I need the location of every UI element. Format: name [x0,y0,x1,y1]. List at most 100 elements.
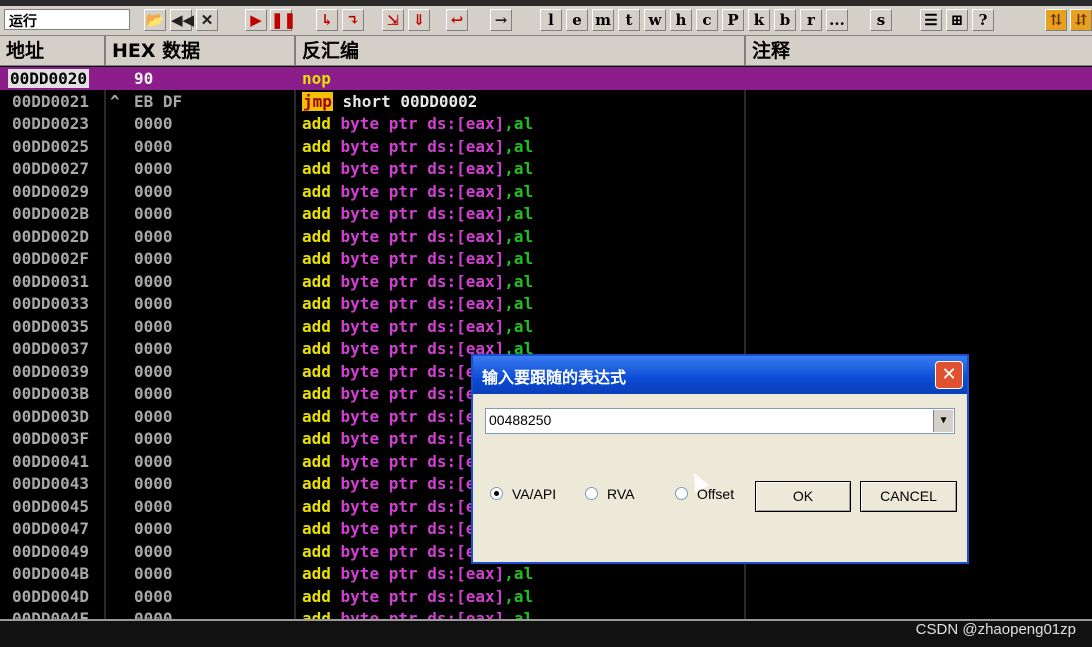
table-row[interactable]: 00DD0027 0000 add byte ptr ds:[eax],al [0,157,1092,180]
toolbar-button[interactable]: ✕ [196,9,218,31]
table-row[interactable]: 00DD0035 0000 add byte ptr ds:[eax],al [0,315,1092,338]
toolbar-button[interactable]: ↴ [342,9,364,31]
row-mnemonic: add [302,114,331,133]
toolbar-button[interactable]: P [722,9,744,31]
column-hex[interactable]: HEX 数据 [106,36,296,65]
row-operand: ds:[eax] [427,249,505,268]
row-address: 00DD0027 [12,159,90,178]
row-operand: byte ptr [330,451,428,471]
chevron-down-icon[interactable]: ▼ [933,410,953,432]
row-mnemonic: add [302,496,331,516]
column-disassembly[interactable]: 反汇编 [296,36,746,65]
toolbar-button[interactable]: → [490,9,512,31]
table-row[interactable]: 00DD002D 0000 add byte ptr ds:[eax],al [0,225,1092,248]
radio-dot[interactable] [585,487,598,500]
dialog-title: 输入要跟随的表达式 [482,368,627,387]
toolbar-button[interactable]: ⊞ [946,9,968,31]
row-operand: byte ptr [330,406,428,426]
table-row[interactable]: 00DD002F 0000 add byte ptr ds:[eax],al [0,247,1092,270]
toolbar-button[interactable]: k [748,9,770,31]
row-hex: 0000 [134,181,173,201]
row-operand: ,al [504,204,534,223]
toolbar-button[interactable]: ⇵ [1070,9,1092,31]
table-row[interactable]: 00DD004D 0000 add byte ptr ds:[eax],al [0,585,1092,608]
column-address[interactable]: 地址 [0,36,106,65]
table-row[interactable]: 00DD002B 0000 add byte ptr ds:[eax],al [0,202,1092,225]
ok-button[interactable]: OK [755,481,851,512]
toolbar-button[interactable]: l [540,9,562,31]
expression-combobox[interactable]: 00488250 ▼ [485,408,955,434]
radio-offset[interactable]: Offset [675,486,734,502]
toolbar-button[interactable]: ⇅ [1045,9,1067,31]
row-mnemonic: add [302,541,331,561]
table-row[interactable]: 00DD0033 0000 add byte ptr ds:[eax],al [0,292,1092,315]
toolbar-button[interactable]: ↳ [316,9,338,31]
cancel-button[interactable]: CANCEL [860,481,957,512]
row-operand: byte ptr [330,294,428,313]
row-operand: ,al [504,226,534,246]
toolbar-button[interactable]: 📂 [144,9,166,31]
row-operand: byte ptr [330,361,428,381]
row-hex: 0000 [134,474,173,493]
row-address: 00DD0021 [12,91,90,111]
toolbar-button[interactable]: r [800,9,822,31]
expression-input[interactable]: 00488250 [489,412,551,428]
row-address: 00DD0037 [12,339,90,358]
radio-dot[interactable] [675,487,688,500]
table-row[interactable]: 00DD0023 0000 add byte ptr ds:[eax],al [0,112,1092,135]
toolbar-button[interactable]: ⇓ [408,9,430,31]
toolbar-button[interactable]: ☰ [920,9,942,31]
toolbar-button[interactable]: ▶ [245,9,267,31]
toolbar-button[interactable]: s [870,9,892,31]
toolbar-button[interactable]: e [566,9,588,31]
row-mnemonic: add [302,271,331,291]
row-address: 00DD0033 [12,294,90,313]
row-hex: 0000 [134,114,173,133]
table-row[interactable]: 00DD0025 0000 add byte ptr ds:[eax],al [0,135,1092,158]
row-hex: 0000 [134,384,173,403]
row-hex: 0000 [134,249,173,268]
row-operand: ds:[eax] [427,181,505,201]
row-address: 00DD003B [12,384,90,403]
toolbar-button[interactable]: h [670,9,692,31]
table-row[interactable]: 00DD0031 0000 add byte ptr ds:[eax],al [0,270,1092,293]
row-operand: byte ptr [330,339,428,358]
row-operand: ds:[eax] [427,564,505,583]
close-button[interactable]: ✕ [935,361,963,389]
table-row[interactable]: 00DD0021 ^ EB DF jmp short 00DD0002 [0,90,1092,113]
row-address: 00DD0020 [8,69,90,88]
dialog-titlebar[interactable]: 输入要跟随的表达式 ✕ [473,356,967,394]
table-row[interactable]: 00DD004B 0000 add byte ptr ds:[eax],al [0,562,1092,585]
row-address: 00DD0039 [12,361,90,381]
table-row[interactable]: 00DD0029 0000 add byte ptr ds:[eax],al [0,180,1092,203]
follow-expression-dialog: 输入要跟随的表达式 ✕ 00488250 ▼ VA/API RVA Offset… [471,354,969,564]
radio-dot[interactable] [490,487,503,500]
radio-rva[interactable]: RVA [585,486,635,502]
toolbar-button[interactable]: m [592,9,614,31]
toolbar-button[interactable]: b [774,9,796,31]
toolbar-button[interactable]: ? [972,9,994,31]
selected-row[interactable]: 00DD0020 90 nop [0,67,1092,90]
row-hex: 90 [134,69,154,88]
row-hex: 0000 [134,586,173,606]
toolbar-button[interactable]: t [618,9,640,31]
toolbar-button[interactable]: ↩ [446,9,468,31]
toolbar-button[interactable]: c [696,9,718,31]
row-operand: byte ptr [330,226,428,246]
radio-va-api[interactable]: VA/API [490,486,556,502]
toolbar-button[interactable]: ⇲ [382,9,404,31]
row-operand: byte ptr [330,316,428,336]
row-operand: byte ptr [330,271,428,291]
column-comment[interactable]: 注释 [746,36,1092,65]
toolbar-button[interactable]: ... [826,9,848,31]
row-mnemonic: add [302,136,331,156]
row-mnemonic: add [302,361,331,381]
row-mnemonic: add [302,586,331,606]
row-hex: EB DF [134,91,183,111]
toolbar-button[interactable]: w [644,9,666,31]
row-operand: byte ptr [330,429,428,448]
toolbar-button[interactable]: ❚❚ [270,9,296,31]
toolbar-button[interactable]: ◀◀ [170,9,194,31]
row-address: 00DD0047 [12,519,90,538]
row-operand: ,al [504,586,534,606]
